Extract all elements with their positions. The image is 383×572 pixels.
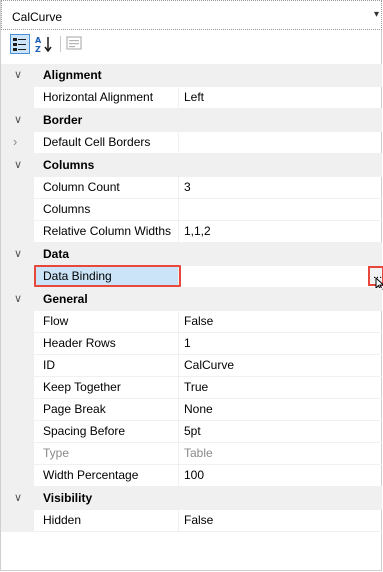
property-name: Keep Together: [43, 380, 121, 394]
row-gutter: [1, 355, 34, 376]
category-label: Border: [43, 113, 83, 127]
chevron-down-icon[interactable]: ∨: [14, 292, 22, 305]
property-grid-toolbar: A Z: [1, 31, 381, 57]
row-gutter: [1, 199, 34, 220]
row-gutter: [1, 311, 34, 332]
property-name: Relative Column Widths: [43, 224, 171, 238]
property-name: Horizontal Alignment: [43, 90, 154, 104]
alphabetical-button[interactable]: A Z: [34, 34, 54, 54]
object-selector-dropdown[interactable]: CalCurve ▾: [1, 0, 382, 30]
highlight-annotation: [34, 265, 181, 287]
property-name: Spacing Before: [43, 424, 126, 438]
property-name: Column Count: [43, 180, 120, 194]
chevron-down-icon[interactable]: ∨: [14, 113, 22, 126]
property-row-columns[interactable]: Columns: [1, 199, 382, 221]
alphabetical-icon: A Z: [35, 36, 52, 54]
property-row-default-cell-borders[interactable]: › Default Cell Borders: [1, 132, 382, 154]
row-gutter: [1, 177, 34, 198]
category-general[interactable]: ∨ General: [1, 288, 382, 311]
property-row-header-rows[interactable]: Header Rows 1: [1, 333, 382, 355]
category-columns[interactable]: ∨ Columns: [1, 154, 382, 177]
property-name: Page Break: [43, 402, 106, 416]
property-value[interactable]: False: [184, 513, 213, 527]
property-value[interactable]: 100: [184, 468, 204, 482]
row-gutter: [1, 333, 34, 354]
category-data[interactable]: ∨ Data: [1, 243, 382, 266]
property-row-page-break[interactable]: Page Break None: [1, 399, 382, 421]
chevron-right-icon[interactable]: ›: [13, 134, 17, 149]
category-label: General: [43, 292, 88, 306]
property-row-column-count[interactable]: Column Count 3: [1, 177, 382, 199]
chevron-down-icon[interactable]: ∨: [14, 68, 22, 81]
property-grid: ∨ Alignment Horizontal Alignment Left ∨ …: [1, 64, 383, 532]
property-name: ID: [43, 358, 55, 372]
row-gutter: [1, 443, 34, 464]
category-border[interactable]: ∨ Border: [1, 109, 382, 132]
property-value[interactable]: True: [184, 380, 208, 394]
property-value: Table: [184, 446, 213, 460]
row-gutter: [1, 399, 34, 420]
property-row-data-binding[interactable]: Data Binding ...: [1, 265, 383, 291]
property-value[interactable]: CalCurve: [184, 358, 234, 372]
property-row-type: Type Table: [1, 443, 382, 465]
category-label: Columns: [43, 158, 95, 172]
property-value[interactable]: False: [184, 314, 213, 328]
categorized-button[interactable]: [10, 34, 30, 54]
property-row-relative-column-widths[interactable]: Relative Column Widths 1,1,2: [1, 221, 382, 243]
property-value[interactable]: 3: [184, 180, 191, 194]
row-gutter: [1, 465, 34, 486]
property-name: Hidden: [43, 513, 82, 527]
chevron-down-icon[interactable]: ∨: [14, 247, 22, 260]
category-visibility[interactable]: ∨ Visibility: [1, 487, 382, 510]
row-gutter: [1, 421, 34, 442]
svg-text:Z: Z: [35, 45, 41, 54]
row-gutter: [1, 377, 34, 398]
property-pages-button[interactable]: [65, 34, 85, 54]
category-label: Visibility: [43, 491, 93, 505]
toolbar-separator: [60, 36, 61, 52]
property-row-keep-together[interactable]: Keep Together True: [1, 377, 382, 399]
property-name: Flow: [43, 314, 69, 328]
property-value[interactable]: None: [184, 402, 213, 416]
property-name: Columns: [43, 202, 91, 216]
row-gutter: [1, 87, 34, 108]
row-gutter: [1, 266, 34, 287]
property-pages-icon: [66, 36, 82, 50]
property-value[interactable]: 1,1,2: [184, 224, 211, 238]
property-name: Width Percentage: [43, 468, 139, 482]
svg-text:A: A: [35, 36, 42, 45]
property-row-hidden[interactable]: Hidden False: [1, 510, 382, 532]
property-value[interactable]: 5pt: [184, 424, 201, 438]
property-row-id[interactable]: ID CalCurve: [1, 355, 382, 377]
row-gutter: [1, 510, 34, 531]
chevron-down-icon[interactable]: ▾: [374, 9, 379, 20]
chevron-down-icon[interactable]: ∨: [14, 491, 22, 504]
category-alignment[interactable]: ∨ Alignment: [1, 64, 382, 87]
categorized-icon: [13, 38, 26, 51]
property-name: Type: [43, 446, 70, 460]
chevron-down-icon[interactable]: ∨: [14, 158, 22, 171]
property-name: Default Cell Borders: [43, 135, 151, 149]
row-gutter: [1, 221, 34, 242]
category-label: Alignment: [43, 68, 102, 82]
property-row-flow[interactable]: Flow False: [1, 311, 382, 333]
property-row-spacing-before[interactable]: Spacing Before 5pt: [1, 421, 382, 443]
object-selector-value: CalCurve: [12, 10, 63, 24]
property-value[interactable]: 1: [184, 336, 191, 350]
property-name: Header Rows: [43, 336, 116, 350]
property-value[interactable]: Left: [184, 90, 204, 104]
property-row-width-percentage[interactable]: Width Percentage 100: [1, 465, 382, 487]
property-row-horizontal-alignment[interactable]: Horizontal Alignment Left: [1, 87, 382, 109]
category-label: Data: [43, 247, 70, 261]
row-gutter: [1, 132, 34, 153]
